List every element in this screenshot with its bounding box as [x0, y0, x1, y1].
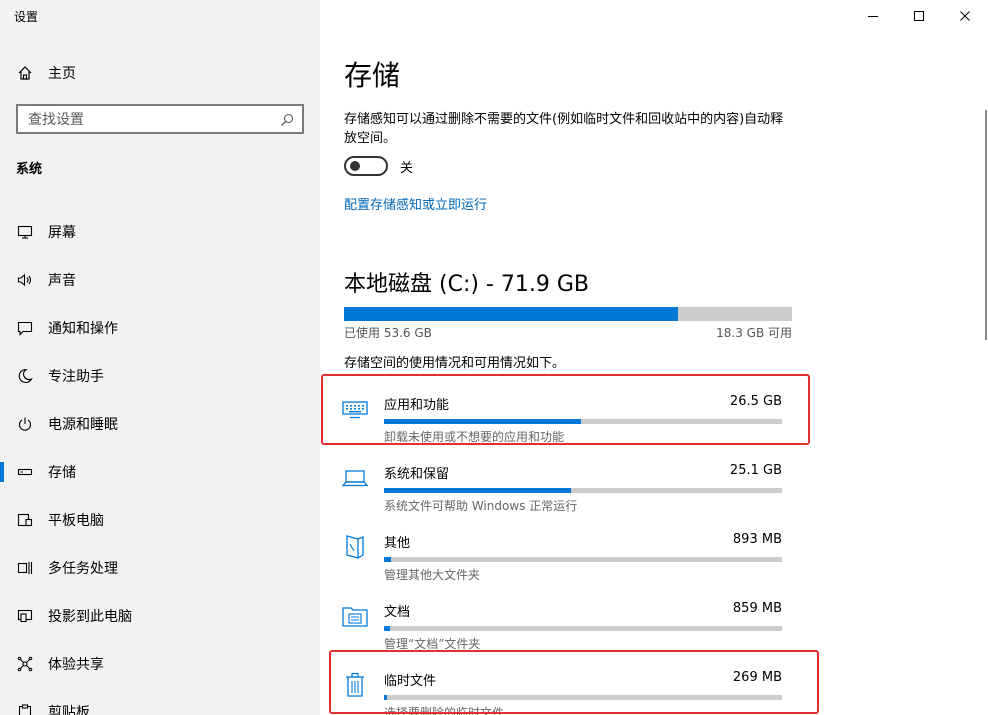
disk-title: 本地磁盘 (C:) - 71.9 GB: [344, 272, 589, 297]
category-usage-bar: [384, 557, 782, 562]
sidebar-item-label: 投影到此电脑: [48, 609, 132, 625]
sidebar-item-label: 存储: [48, 465, 76, 481]
maximize-button[interactable]: [896, 0, 942, 32]
sidebar: 设置 主页 查找设置 系统 屏幕 声音 通知和操作 专注助手 电源和睡眠 存储 …: [0, 0, 320, 715]
speaker-icon: [16, 271, 34, 289]
highlight-box-temp-files: [329, 650, 819, 714]
sidebar-item-multitasking[interactable]: 多任务处理: [0, 544, 320, 592]
close-button[interactable]: [942, 0, 988, 32]
category-documents[interactable]: 文档 859 MB 管理“文档”文件夹: [340, 585, 790, 651]
sidebar-item-label: 多任务处理: [48, 561, 118, 577]
sidebar-item-tablet[interactable]: 平板电脑: [0, 496, 320, 544]
power-icon: [16, 415, 34, 433]
category-size: 25.1 GB: [729, 463, 782, 478]
category-usage-fill: [384, 557, 391, 562]
sidebar-item-label: 专注助手: [48, 369, 104, 385]
category-subtitle: 管理其他大文件夹: [384, 568, 481, 582]
sidebar-home[interactable]: 主页: [0, 58, 320, 88]
category-usage-bar: [384, 488, 782, 493]
storage-sense-toggle[interactable]: [344, 156, 388, 176]
category-usage-bar: [384, 626, 782, 631]
category-size: 893 MB: [732, 532, 782, 547]
tablet-icon: [16, 511, 34, 529]
category-name: 其他: [384, 536, 411, 551]
search-icon[interactable]: [280, 112, 294, 126]
sidebar-nav: 屏幕 声音 通知和操作 专注助手 电源和睡眠 存储 平板电脑 多任务处理 投影到…: [0, 208, 320, 715]
highlight-box-apps: [321, 374, 810, 445]
share-icon: [16, 655, 34, 673]
sidebar-item-notifications[interactable]: 通知和操作: [0, 304, 320, 352]
main-content: 存储 存储感知可以通过删除不需要的文件(例如临时文件和回收站中的内容)自动释放空…: [320, 0, 988, 715]
disk-usage-bar: [344, 307, 792, 321]
section-label-system: 系统: [16, 162, 43, 177]
sidebar-home-label: 主页: [48, 66, 76, 82]
display-icon: [16, 223, 34, 241]
laptop-icon: [340, 463, 370, 493]
disk-used-label: 已使用 53.6 GB: [344, 326, 432, 340]
usage-description: 存储空间的使用情况和可用情况如下。: [344, 356, 566, 371]
other-files-icon: [340, 532, 370, 562]
search-placeholder: 查找设置: [28, 112, 84, 128]
sidebar-item-power[interactable]: 电源和睡眠: [0, 400, 320, 448]
configure-storage-sense-link[interactable]: 配置存储感知或立即运行: [344, 194, 487, 213]
sidebar-item-project[interactable]: 投影到此电脑: [0, 592, 320, 640]
clipboard-icon: [16, 703, 34, 715]
window-controls: [850, 0, 988, 32]
storage-sense-description: 存储感知可以通过删除不需要的文件(例如临时文件和回收站中的内容)自动释放空间。: [344, 112, 784, 146]
search-input[interactable]: 查找设置: [16, 104, 304, 134]
page-title: 存储: [344, 59, 401, 92]
category-other[interactable]: 其他 893 MB 管理其他大文件夹: [340, 516, 790, 582]
sidebar-item-clipboard[interactable]: 剪贴板: [0, 688, 320, 715]
minimize-button[interactable]: [850, 0, 896, 32]
sidebar-item-label: 剪贴板: [48, 705, 90, 715]
sidebar-item-focus-assist[interactable]: 专注助手: [0, 352, 320, 400]
sidebar-item-label: 平板电脑: [48, 513, 104, 529]
storage-sense-toggle-row: 关: [344, 156, 413, 176]
project-icon: [16, 607, 34, 625]
category-usage-fill: [384, 488, 572, 493]
notification-icon: [16, 319, 34, 337]
sidebar-item-shared-experiences[interactable]: 体验共享: [0, 640, 320, 688]
moon-icon: [16, 367, 34, 385]
category-system-reserved[interactable]: 系统和保留 25.1 GB 系统文件可帮助 Windows 正常运行: [340, 447, 790, 513]
disk-usage-fill: [344, 307, 678, 321]
storage-icon: [16, 463, 34, 481]
sidebar-item-label: 通知和操作: [48, 321, 118, 337]
sidebar-item-storage[interactable]: 存储: [0, 448, 320, 496]
category-name: 系统和保留: [384, 467, 450, 482]
sidebar-item-sound[interactable]: 声音: [0, 256, 320, 304]
sidebar-item-label: 屏幕: [48, 225, 76, 241]
multitask-icon: [16, 559, 34, 577]
sidebar-item-label: 体验共享: [48, 657, 104, 673]
scrollbar[interactable]: [985, 110, 987, 340]
disk-free-label: 18.3 GB 可用: [716, 326, 792, 340]
category-size: 859 MB: [732, 601, 782, 616]
toggle-knob: [350, 161, 360, 171]
sidebar-item-label: 电源和睡眠: [48, 417, 118, 433]
category-name: 文档: [384, 605, 411, 620]
sidebar-item-display[interactable]: 屏幕: [0, 208, 320, 256]
category-usage-fill: [384, 626, 391, 631]
folder-icon: [340, 601, 370, 631]
app-title: 设置: [14, 10, 39, 24]
category-subtitle: 系统文件可帮助 Windows 正常运行: [384, 499, 578, 513]
toggle-state-label: 关: [400, 160, 414, 176]
home-icon: [16, 64, 34, 82]
sidebar-item-label: 声音: [48, 273, 76, 289]
